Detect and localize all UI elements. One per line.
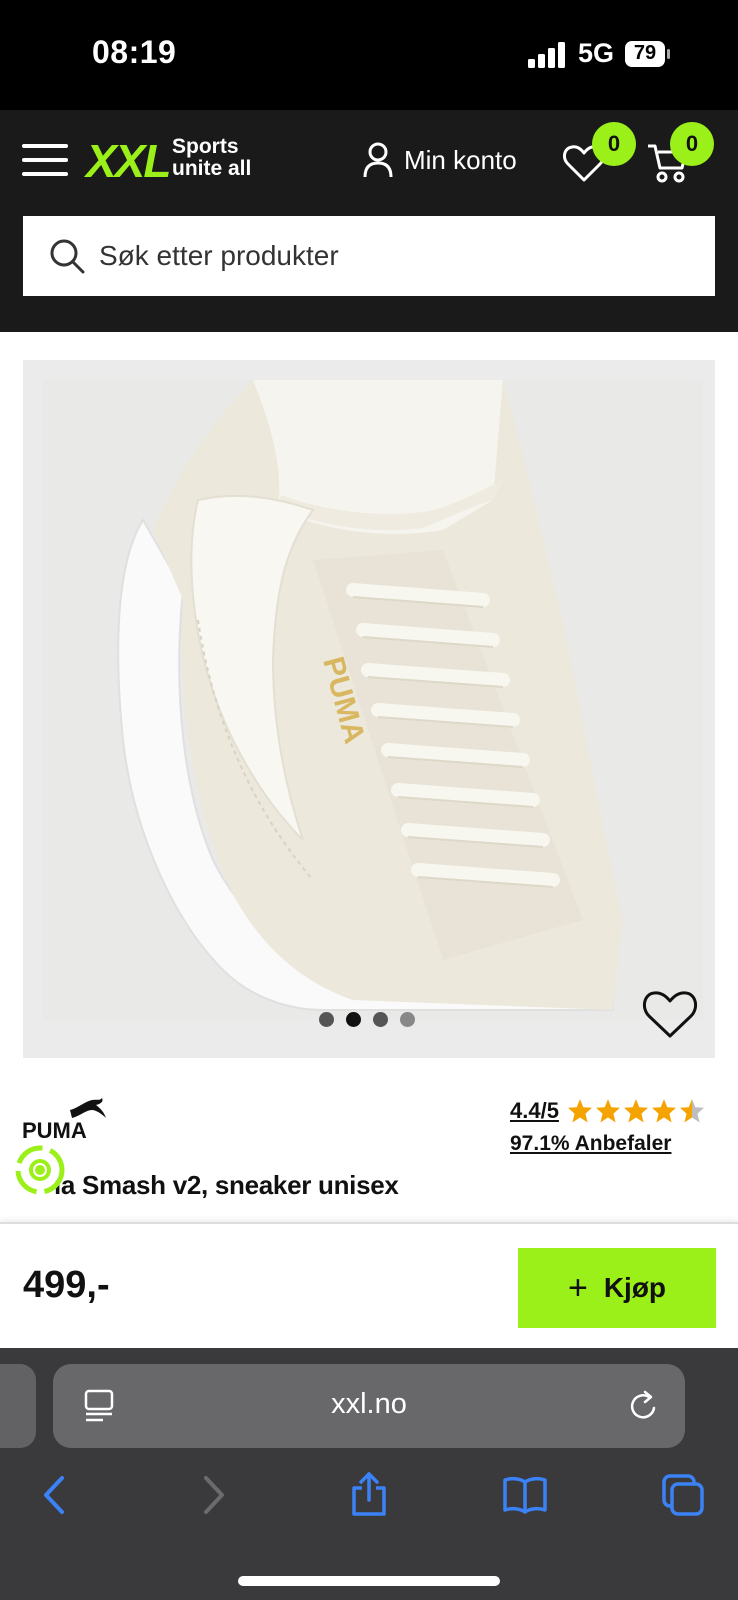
cart-count-badge: 0 [670,122,714,166]
product-rating[interactable]: 4.4/5 [510,1098,705,1124]
star-full-icon [568,1099,592,1123]
previous-tab-peek[interactable] [0,1364,36,1448]
product-image-carousel[interactable]: PUMA [23,360,715,1058]
search-input[interactable] [97,239,657,273]
rating-score: 4.4/5 [510,1098,559,1123]
carousel-indicators [319,1012,415,1027]
network-type: 5G [578,38,615,68]
floating-assistant-icon[interactable] [12,1142,68,1198]
cellular-signal-icon [528,42,565,68]
browser-toolbar: xxl.no [0,1348,738,1600]
bookmarks-icon[interactable] [502,1472,548,1518]
back-icon[interactable] [32,1472,78,1518]
carousel-dot-active[interactable] [346,1012,361,1027]
star-full-icon [624,1099,648,1123]
xxl-logo[interactable]: XXL Sports unite all [86,132,266,192]
forward-icon[interactable] [190,1472,236,1518]
logo-tagline-2: unite all [172,157,252,180]
logo-tagline-1: Sports [172,135,239,158]
hamburger-menu-icon[interactable] [22,140,70,180]
url-text: xxl.no [331,1388,407,1420]
product-photo: PUMA [23,360,715,1058]
search-icon [50,239,85,274]
star-full-icon [652,1099,676,1123]
tabs-icon[interactable] [660,1472,706,1518]
carousel-dot[interactable] [400,1012,415,1027]
star-half-icon [680,1099,704,1123]
search-bar[interactable] [23,216,715,296]
brand-logo[interactable]: PUMA [22,1096,112,1143]
plus-icon: + [567,1269,588,1307]
share-icon[interactable] [346,1472,392,1518]
status-time: 08:19 [92,34,177,70]
carousel-dot[interactable] [319,1012,334,1027]
carousel-dot[interactable] [373,1012,388,1027]
star-full-icon [596,1099,620,1123]
site-header: XXL Sports unite all Min konto 0 0 [0,110,738,332]
puma-logo-icon: PUMA [22,1098,106,1143]
status-bar: 08:19 5G 79 [0,0,738,110]
wishlist-count-badge: 0 [592,122,636,166]
buy-button-label: Kjøp [603,1272,667,1303]
buy-bar: 499,- + Kjøp [0,1222,738,1348]
address-bar[interactable]: xxl.no [53,1364,685,1448]
rating-stars [567,1098,705,1124]
reload-icon[interactable] [627,1388,661,1424]
home-indicator[interactable] [238,1576,500,1586]
brand-wordmark: PUMA [22,1118,87,1140]
logo-wordmark: XXL [86,135,171,187]
account-link[interactable]: Min konto [362,138,517,182]
battery-level: 79 [633,42,657,64]
product-price: 499,- [23,1264,110,1306]
battery-icon: 79 [624,40,672,68]
add-to-favorites-heart-icon[interactable] [641,988,699,1040]
product-title: ıa Smash v2, sneaker unisex [54,1170,399,1200]
account-label: Min konto [404,144,517,175]
buy-button[interactable]: + Kjøp [518,1248,716,1328]
recommend-percentage[interactable]: 97.1% Anbefaler [510,1132,671,1156]
user-icon [363,142,393,178]
